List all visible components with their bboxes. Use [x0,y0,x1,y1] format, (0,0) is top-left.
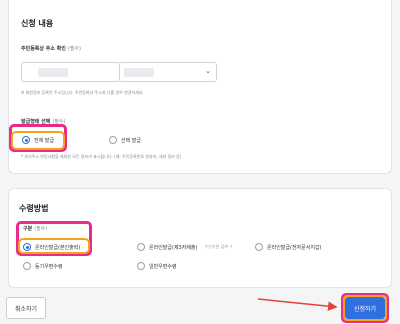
submit-button[interactable]: 신청하기 [345,297,385,319]
arrow-pointer-icon [257,298,338,311]
